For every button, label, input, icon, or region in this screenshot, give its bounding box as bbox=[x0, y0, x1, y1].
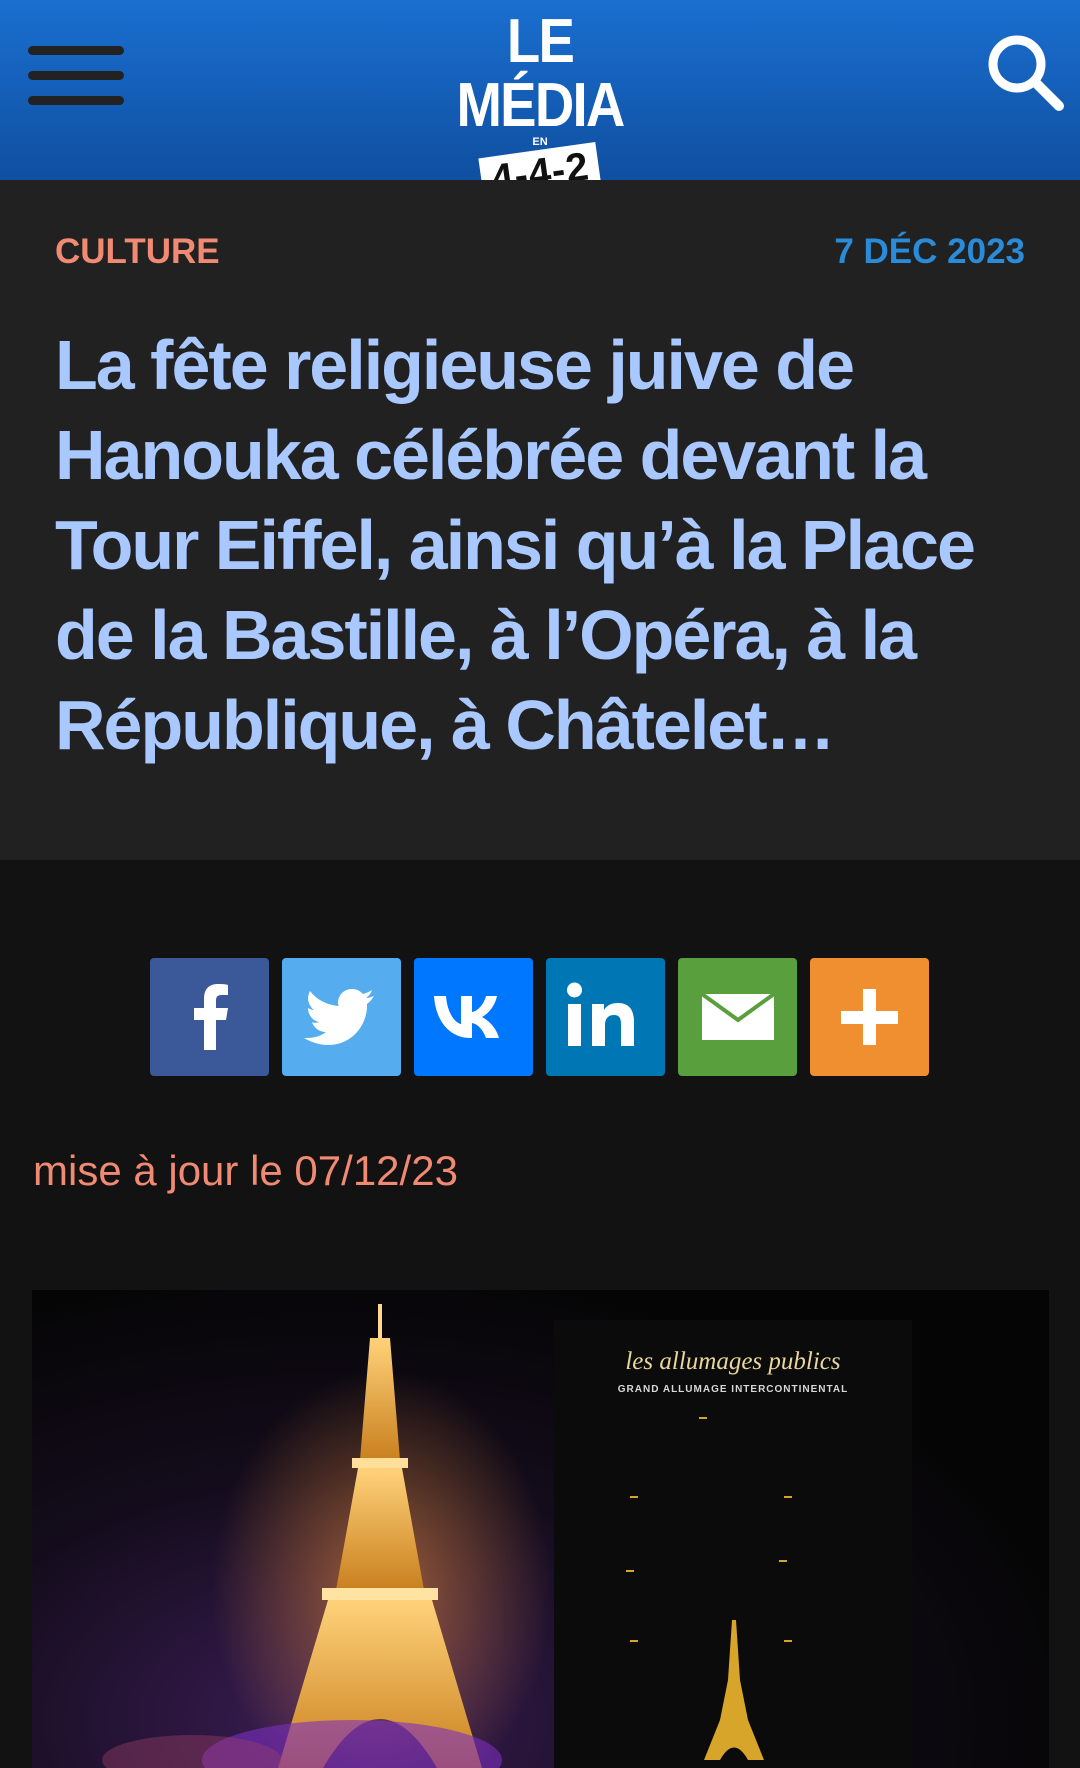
linkedin-icon bbox=[567, 982, 634, 1046]
category-link[interactable]: CULTURE bbox=[55, 232, 220, 272]
email-icon bbox=[700, 992, 776, 1040]
twitter-icon bbox=[304, 989, 374, 1045]
poster-tag bbox=[630, 1640, 638, 1642]
site-logo[interactable]: LE MÉDIA EN 4-4-2 bbox=[415, 7, 665, 205]
menu-bar-line bbox=[28, 46, 124, 55]
poster-subtitle: GRAND ALLUMAGE INTERCONTINENTAL bbox=[617, 1384, 849, 1395]
article-header: CULTURE 7 DÉC 2023 La fête religieuse ju… bbox=[0, 180, 1080, 860]
article-headline: La fête religieuse juive de Hanouka célé… bbox=[55, 326, 976, 764]
poster-title: les allumages publics bbox=[625, 1348, 841, 1375]
poster-tag bbox=[784, 1496, 792, 1498]
poster-tag bbox=[779, 1560, 787, 1562]
vk-share-button[interactable] bbox=[414, 958, 533, 1076]
menu-bar-line bbox=[28, 71, 124, 80]
updated-date: mise à jour le 07/12/23 bbox=[33, 1147, 458, 1194]
vk-icon bbox=[434, 996, 499, 1038]
more-share-button[interactable] bbox=[810, 958, 929, 1076]
facebook-icon bbox=[194, 984, 228, 1050]
menu-bar-line bbox=[28, 96, 124, 105]
hamburger-menu-icon[interactable] bbox=[28, 46, 124, 106]
poster-tag bbox=[626, 1570, 634, 1572]
poster-tag bbox=[630, 1496, 638, 1498]
email-share-button[interactable] bbox=[678, 958, 797, 1076]
twitter-share-button[interactable] bbox=[282, 958, 401, 1076]
eiffel-tower-hanukkah-photo[interactable]: les allumages publics GRAND ALLUMAGE INT… bbox=[32, 1290, 1049, 1768]
site-header: LE MÉDIA EN 4-4-2 bbox=[0, 0, 1080, 205]
article-date: 7 DÉC 2023 bbox=[834, 232, 1025, 271]
poster-tag bbox=[784, 1640, 792, 1642]
poster-tag bbox=[699, 1417, 707, 1419]
plus-icon bbox=[841, 989, 898, 1045]
logo-line-1: LE MÉDIA bbox=[456, 7, 625, 140]
poster-eiffel-icon bbox=[704, 1620, 764, 1760]
facebook-share-button[interactable] bbox=[150, 958, 269, 1076]
linkedin-share-button[interactable] bbox=[546, 958, 665, 1076]
event-poster: les allumages publics GRAND ALLUMAGE INT… bbox=[554, 1320, 912, 1768]
search-icon[interactable] bbox=[985, 32, 1065, 112]
